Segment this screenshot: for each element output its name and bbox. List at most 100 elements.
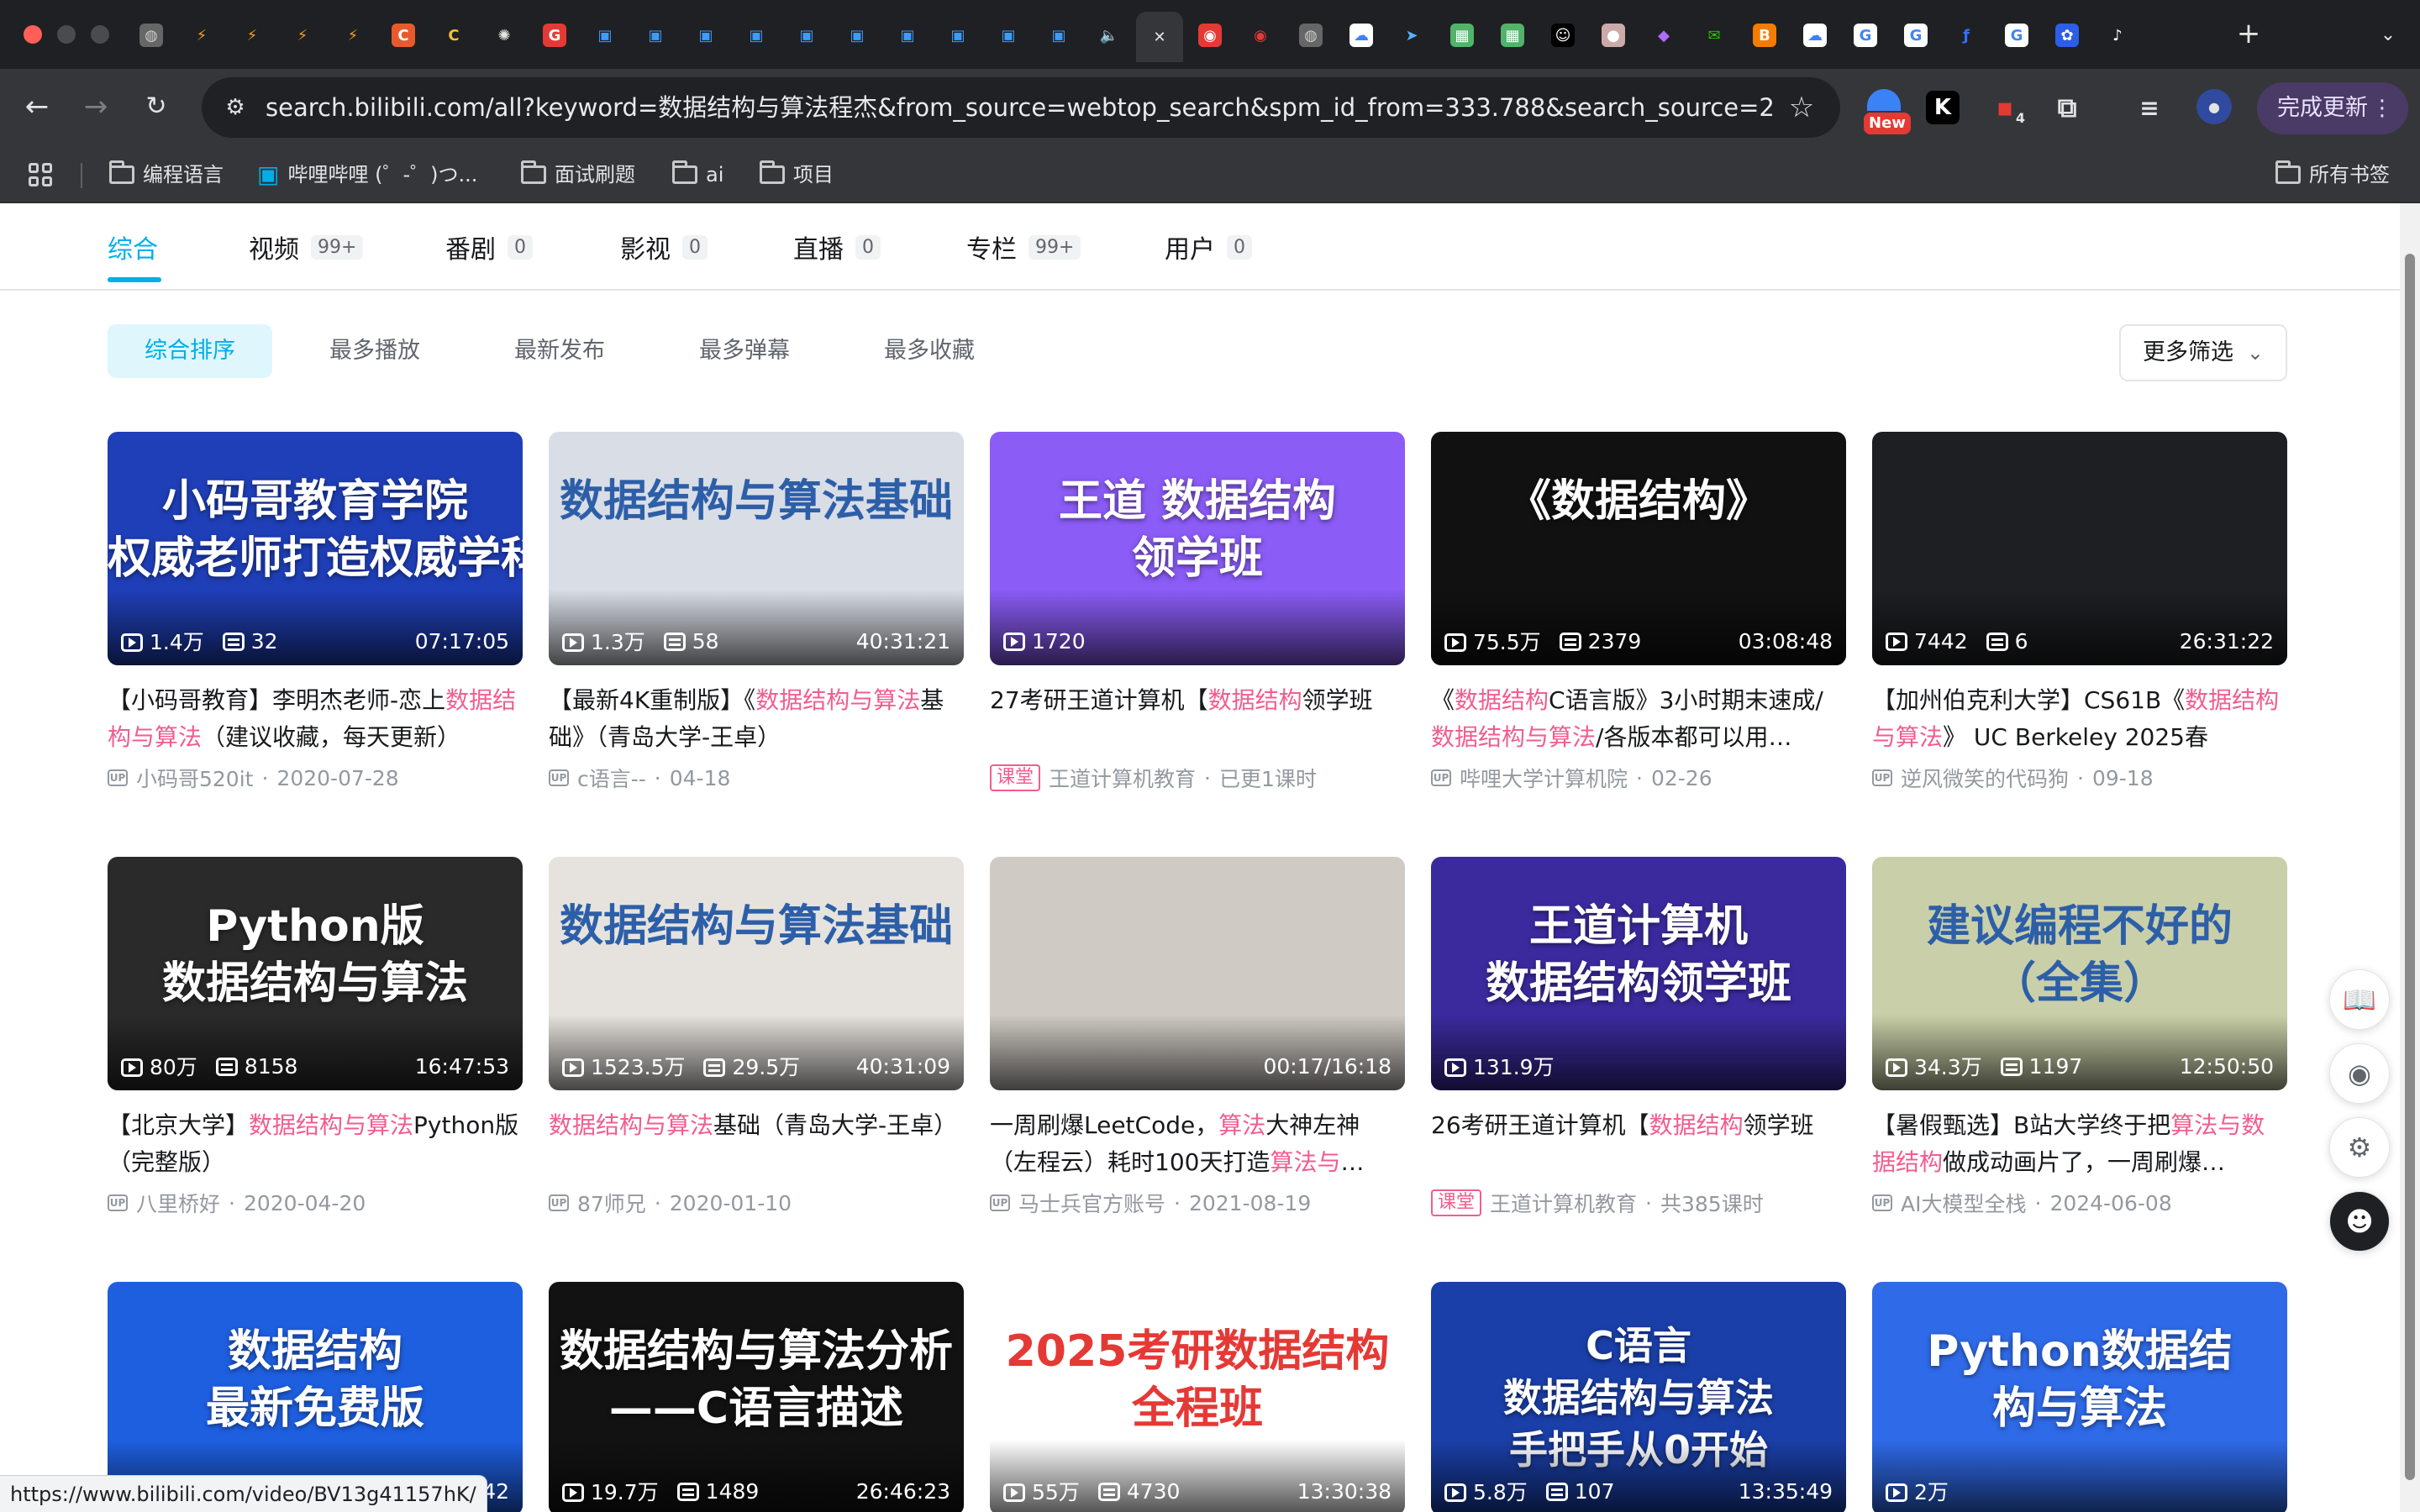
video-thumbnail[interactable]: 数据结构与算法分析 ——C语言描述 19.7万 1489 26:46:23 [549,1282,964,1512]
video-card[interactable]: Python版 数据结构与算法 80万 8158 16:47:53 【北京大学】数据结构与… [108,857,523,1220]
new-tab-button[interactable]: + [2232,17,2265,50]
bookmark-folder-programming[interactable]: 编程语言 [109,158,224,192]
sort-most-danmaku[interactable]: 最多弹幕 [662,324,827,378]
bookmark-bilibili[interactable]: ▣ 哔哩哔哩 (゜-゜)つ... [257,158,477,192]
video-title[interactable]: 26考研王道计算机【数据结构领学班 [1431,1107,1846,1181]
video-thumbnail[interactable]: 王道计算机 数据结构领学班 131.9万 [1431,857,1846,1090]
uploader-name[interactable]: c语言-- [577,763,646,793]
browser-tab[interactable]: ◉ [1244,18,1277,52]
video-card[interactable]: 数据结构与算法基础 1.3万 58 40:31:21 【最新4K重制版】《数据结构与算法… [549,432,964,795]
podcast-icon[interactable]: ◉ [2329,1043,2390,1104]
address-bar[interactable]: ⚙ search.bilibili.com/all?keyword=数据结构与算… [202,77,1840,138]
browser-tab[interactable]: ☺ [1546,18,1580,52]
media-control-icon[interactable]: ≡ [2129,87,2170,128]
bookmark-star-icon[interactable]: ☆ [1783,89,1820,126]
video-card[interactable]: 《数据结构》 75.5万 2379 03:08:48 《数据结构C语言版》3小时期末速成… [1431,432,1846,795]
uploader-name[interactable]: 八里桥好 [136,1188,220,1218]
browser-tab[interactable]: ✉ [1697,18,1731,52]
sort-newest[interactable]: 最新发布 [477,324,642,378]
browser-tab[interactable]: ▣ [992,18,1025,52]
extension-new-badge[interactable]: New [1860,87,1911,134]
browser-tab[interactable]: ◍ [134,18,168,52]
uploader-name[interactable]: 马士兵官方账号 [1018,1188,1165,1218]
video-card[interactable]: 小码哥教育学院 权威老师打造权威学科 1.4万 32 07:17:05 【小码哥教育】李明… [108,432,523,795]
address-url[interactable]: search.bilibili.com/all?keyword=数据结构与算法程… [266,77,1775,138]
browser-tab[interactable]: ▣ [891,18,924,52]
tab-film[interactable]: 影视 0 [620,228,708,265]
video-title[interactable]: 一周刷爆LeetCode，算法大神左神（左程云）耗时100天打造算法与… [990,1107,1405,1181]
video-card[interactable]: 数据结构与算法基础 1523.5万 29.5万 40:31:09 数据结构与算法基础（青… [549,857,964,1220]
video-title[interactable]: 【加州伯克利大学】CS61B《数据结构与算法》 UC Berkeley 2025… [1872,682,2287,756]
video-card[interactable]: 王道计算机 数据结构领学班 131.9万 26考研王道计算机【数据结构领学班 课堂 王道计… [1431,857,1846,1220]
more-menu-icon[interactable]: ⋮ [2371,82,2393,134]
video-thumbnail[interactable]: 7442 6 26:31:22 [1872,432,2287,665]
active-tab[interactable]: ✕ [1136,12,1183,62]
bookmark-folder-projects[interactable]: 项目 [760,158,834,192]
browser-tab[interactable]: ▣ [840,18,874,52]
forward-button[interactable]: → [76,87,116,128]
read-mode-icon[interactable]: 📖 [2329,969,2390,1030]
uploader-name[interactable]: 王道计算机教育 [1049,763,1196,793]
red-extension-icon[interactable]: ▪ 4 [1985,87,2025,128]
video-card[interactable]: Python数据结 构与算法 2万 [1872,1282,2287,1512]
video-card[interactable]: 王道 数据结构 领学班 1720 27考研王道计算机【数据结构领学班 课堂 王道计算机教育… [990,432,1405,795]
video-card[interactable]: 2025考研数据结构 全程班 55万 4730 13:30:38 [990,1282,1405,1512]
customize-icon[interactable]: ⚙ [2329,1117,2390,1178]
scrollbar-thumb[interactable] [2405,254,2415,1480]
browser-tab[interactable]: ⚡ [185,18,218,52]
video-card[interactable]: C语言数据结构与算法手把手从0开始5.8万10713:35:49 [1431,1282,1846,1512]
browser-tab[interactable]: G [2000,18,2033,52]
browser-tab[interactable]: G [1899,18,1933,52]
all-bookmarks[interactable]: 所有书签 [2275,158,2390,192]
assistant-icon[interactable]: ☻ [2329,1191,2390,1252]
tab-live[interactable]: 直播 0 [793,228,881,265]
browser-tab[interactable]: ▣ [588,18,622,52]
browser-tab[interactable]: ▣ [639,18,672,52]
video-thumbnail[interactable]: Python版 数据结构与算法 80万 8158 16:47:53 [108,857,523,1090]
tab-search-chevron-icon[interactable]: ⌄ [2371,18,2405,52]
browser-tab[interactable]: C [387,18,420,52]
video-card[interactable]: 7442 6 26:31:22 【加州伯克利大学】CS61B《数据结构与算法》 UC … [1872,432,2287,795]
sort-most-played[interactable]: 最多播放 [292,324,457,378]
profile-avatar[interactable]: ● [2196,89,2232,124]
video-thumbnail[interactable]: 2025考研数据结构 全程班 55万 4730 13:30:38 [990,1282,1405,1512]
browser-tab[interactable]: ◍ [1294,18,1328,52]
browser-tab[interactable]: 🔈 [1092,18,1126,52]
browser-tab[interactable]: ☁ [1798,18,1832,52]
browser-tab[interactable]: B [1748,18,1781,52]
apps-grid-icon[interactable] [29,163,52,186]
video-title[interactable]: 【最新4K重制版】《数据结构与算法基础》（青岛大学-王卓） [549,682,964,756]
tab-video[interactable]: 视频 99+ [249,228,364,265]
video-thumbnail[interactable]: 小码哥教育学院 权威老师打造权威学科 1.4万 32 07:17:05 [108,432,523,665]
video-thumbnail[interactable]: 《数据结构》 75.5万 2379 03:08:48 [1431,432,1846,665]
video-title[interactable]: 《数据结构C语言版》3小时期末速成/数据结构与算法/各版本都可以用… [1431,682,1846,756]
browser-tab[interactable]: ▦ [1496,18,1529,52]
more-filters-button[interactable]: 更多筛选 ⌄ [2119,324,2287,381]
video-thumbnail[interactable]: Python数据结 构与算法 2万 [1872,1282,2287,1512]
bookmark-folder-interview[interactable]: 面试刷题 [521,158,635,192]
browser-tab[interactable]: ▣ [790,18,823,52]
video-thumbnail[interactable]: 00:17/16:18 [990,857,1405,1090]
site-info-icon[interactable]: ⚙ [220,92,250,123]
update-button[interactable]: 完成更新 ⋮ [2257,82,2408,134]
tab-bangumi[interactable]: 番剧 0 [445,228,533,265]
uploader-name[interactable]: 87师兄 [577,1188,646,1218]
video-title[interactable]: 【小码哥教育】李明杰老师-恋上数据结构与算法（建议收藏，每天更新） [108,682,523,756]
uploader-name[interactable]: 王道计算机教育 [1490,1188,1637,1218]
video-card[interactable]: 00:17/16:18 一周刷爆LeetCode，算法大神左神（左程云）耗时100… [990,857,1405,1220]
uploader-name[interactable]: 小码哥520it [136,763,253,793]
extensions-puzzle-icon[interactable]: ⧉ [2047,87,2087,128]
sort-comprehensive[interactable]: 综合排序 [108,324,272,378]
k-extension-icon[interactable]: K [1926,91,1960,124]
uploader-name[interactable]: 哔哩大学计算机院 [1460,763,1628,793]
browser-tab[interactable]: ☁ [1344,18,1378,52]
browser-tab[interactable]: ▣ [941,18,975,52]
browser-tab[interactable]: ➤ [1395,18,1428,52]
tab-all[interactable]: 综合 [108,228,158,265]
reload-button[interactable]: ↻ [136,87,176,128]
video-card[interactable]: 数据结构与算法分析 ——C语言描述 19.7万 1489 26:46:23 [549,1282,964,1512]
uploader-name[interactable]: 逆风微笑的代码狗 [1901,763,2069,793]
tab-user[interactable]: 用户 0 [1165,228,1252,265]
browser-tab[interactable]: ▣ [1042,18,1076,52]
minimize-window-button[interactable] [57,25,76,44]
